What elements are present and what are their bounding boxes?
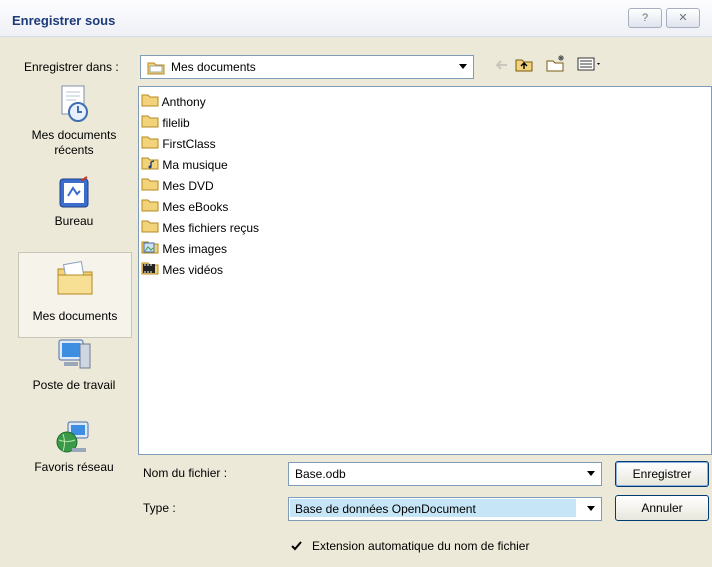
list-item[interactable]: Mes images (141, 239, 227, 259)
list-item[interactable]: Mes DVD (141, 176, 214, 196)
up-folder-icon[interactable] (515, 56, 533, 75)
folder-icon (141, 219, 159, 239)
pictures-folder-icon (141, 240, 159, 260)
place-my-documents[interactable]: Mes documents (18, 252, 132, 338)
file-name: filelib (162, 116, 190, 130)
file-name: Mes DVD (162, 179, 214, 193)
cancel-button[interactable]: Annuler (615, 495, 709, 521)
file-list[interactable]: Anthony filelib FirstClass Ma musique Me… (138, 86, 712, 455)
folder-icon (141, 177, 159, 197)
network-globe-icon (18, 418, 130, 460)
filetype-value: Base de données OpenDocument (295, 502, 476, 516)
place-recent-documents[interactable]: Mes documents récents (18, 84, 130, 158)
folder-icon (147, 59, 165, 78)
place-label: Mes documents (32, 309, 118, 323)
recent-documents-icon (18, 84, 130, 128)
save-button[interactable]: Enregistrer (615, 461, 709, 487)
title-bar: Enregistrer sous ? ✕ (0, 0, 712, 37)
close-button[interactable]: ✕ (666, 8, 700, 28)
place-desktop[interactable]: Bureau (18, 176, 130, 229)
computer-icon (18, 336, 130, 378)
file-name: Mes eBooks (162, 200, 229, 214)
auto-extension-label: Extension automatique du nom de fichier (312, 539, 530, 553)
back-icon[interactable] (493, 58, 509, 75)
folder-icon (141, 93, 159, 113)
file-name: Ma musique (162, 158, 228, 172)
auto-extension-checkbox[interactable] (290, 540, 303, 553)
folder-icon (141, 114, 159, 134)
list-item[interactable]: Mes vidéos (141, 260, 223, 280)
help-button[interactable]: ? (628, 8, 662, 28)
music-folder-icon (141, 156, 159, 176)
save-as-dialog: Enregistrer sous ? ✕ Enregistrer dans : … (0, 0, 712, 567)
filetype-label: Type : (143, 501, 176, 515)
place-my-computer[interactable]: Poste de travail (18, 336, 130, 393)
dialog-title: Enregistrer sous (12, 13, 116, 28)
new-folder-icon[interactable] (546, 54, 566, 75)
file-name: Mes images (162, 242, 228, 256)
place-network[interactable]: Favoris réseau (18, 418, 130, 475)
view-menu-icon[interactable] (577, 57, 603, 74)
list-item[interactable]: filelib (141, 113, 190, 133)
folder-icon (141, 198, 159, 218)
filename-input[interactable]: Base.odb (295, 467, 346, 481)
place-label: Poste de travail (32, 378, 116, 392)
filetype-combo[interactable]: Base de données OpenDocument (288, 497, 602, 521)
desktop-icon (18, 176, 130, 214)
location-combo[interactable]: Mes documents (140, 55, 474, 79)
location-value: Mes documents (171, 60, 256, 74)
file-name: Mes vidéos (162, 263, 224, 277)
file-name: FirstClass (162, 137, 216, 151)
filename-label: Nom du fichier : (143, 466, 228, 480)
place-label: Bureau (54, 214, 94, 228)
file-name: Mes fichiers reçus (162, 221, 260, 235)
chevron-down-icon[interactable] (583, 465, 599, 481)
filename-combo[interactable]: Base.odb (288, 462, 602, 486)
chevron-down-icon[interactable] (583, 500, 599, 516)
place-label: Mes documents récents (31, 128, 117, 157)
list-item[interactable]: Mes fichiers reçus (141, 218, 259, 238)
file-name: Anthony (161, 95, 206, 109)
list-item[interactable]: FirstClass (141, 134, 216, 154)
places-bar: Mes documents récents Bureau Mes documen… (18, 84, 132, 504)
list-item[interactable]: Anthony (141, 92, 206, 112)
list-item[interactable]: Mes eBooks (141, 197, 228, 217)
my-documents-icon (19, 253, 131, 309)
location-label: Enregistrer dans : (24, 60, 119, 74)
chevron-down-icon[interactable] (455, 58, 471, 74)
folder-icon (141, 135, 159, 155)
video-folder-icon (141, 261, 159, 281)
place-label: Favoris réseau (34, 460, 114, 474)
list-item[interactable]: Ma musique (141, 155, 228, 175)
